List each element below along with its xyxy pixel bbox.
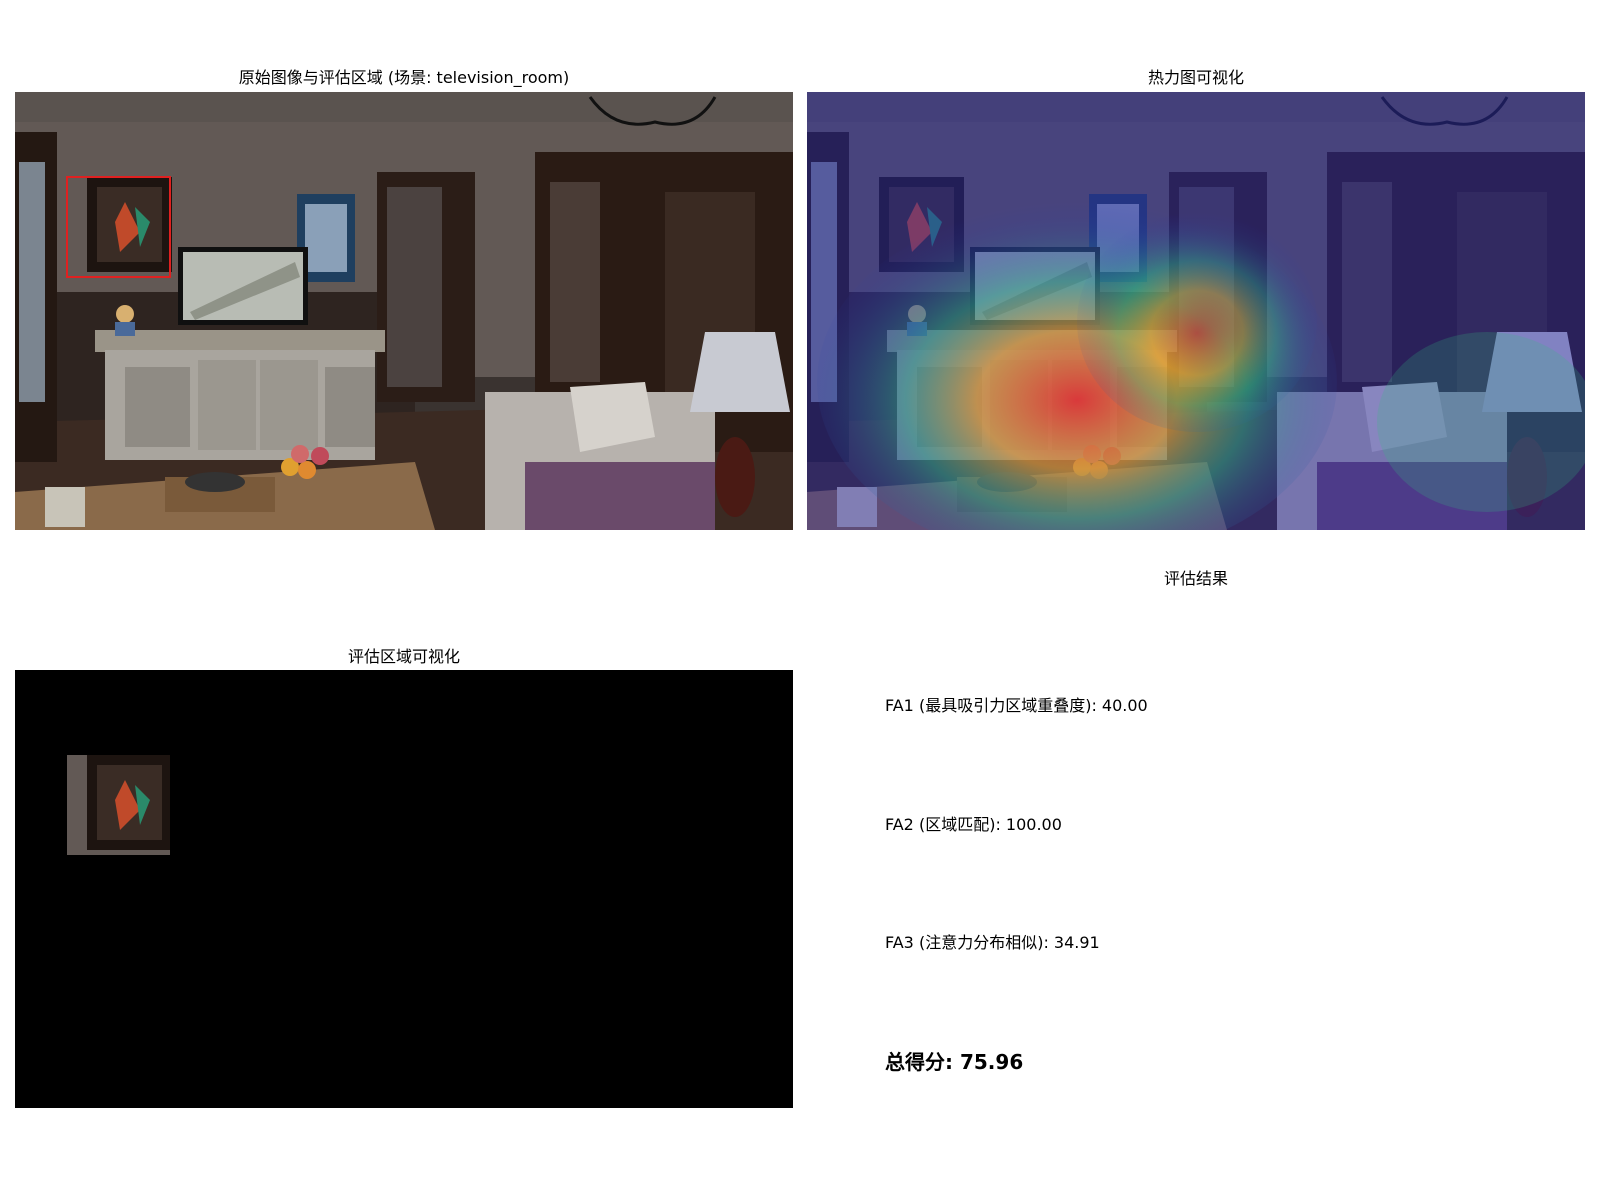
metric-label: FA2 (区域匹配) <box>885 815 996 834</box>
heatmap-title: 热力图可视化 <box>1147 68 1244 87</box>
scene-photo <box>15 92 793 530</box>
region-mask-panel <box>15 670 793 1108</box>
total-score: 总得分: 75.96 <box>885 1050 1024 1074</box>
metric-label: FA1 (最具吸引力区域重叠度) <box>885 696 1092 715</box>
metric-value: 34.91 <box>1053 933 1100 952</box>
metric-value: 40.00 <box>1101 696 1148 715</box>
metric-label: FA3 (注意力分布相似) <box>885 933 1044 952</box>
region-mask <box>15 670 793 1108</box>
results-title: 评估结果 <box>1163 569 1228 588</box>
metric-fa2: FA2 (区域匹配): 100.00 <box>885 815 1062 834</box>
total-value: 75.96 <box>959 1050 1024 1074</box>
region-title: 评估区域可视化 <box>347 647 460 666</box>
heatmap-panel <box>807 92 1585 530</box>
original-image-title: 原始图像与评估区域 (场景: television_room) <box>238 68 570 87</box>
metric-value: 100.00 <box>1005 815 1062 834</box>
attention-heatmap-overlay <box>807 92 1585 530</box>
total-label: 总得分 <box>885 1050 945 1074</box>
metric-fa1: FA1 (最具吸引力区域重叠度): 40.00 <box>885 696 1148 715</box>
original-image-panel <box>15 92 793 530</box>
metric-fa3: FA3 (注意力分布相似): 34.91 <box>885 933 1100 952</box>
